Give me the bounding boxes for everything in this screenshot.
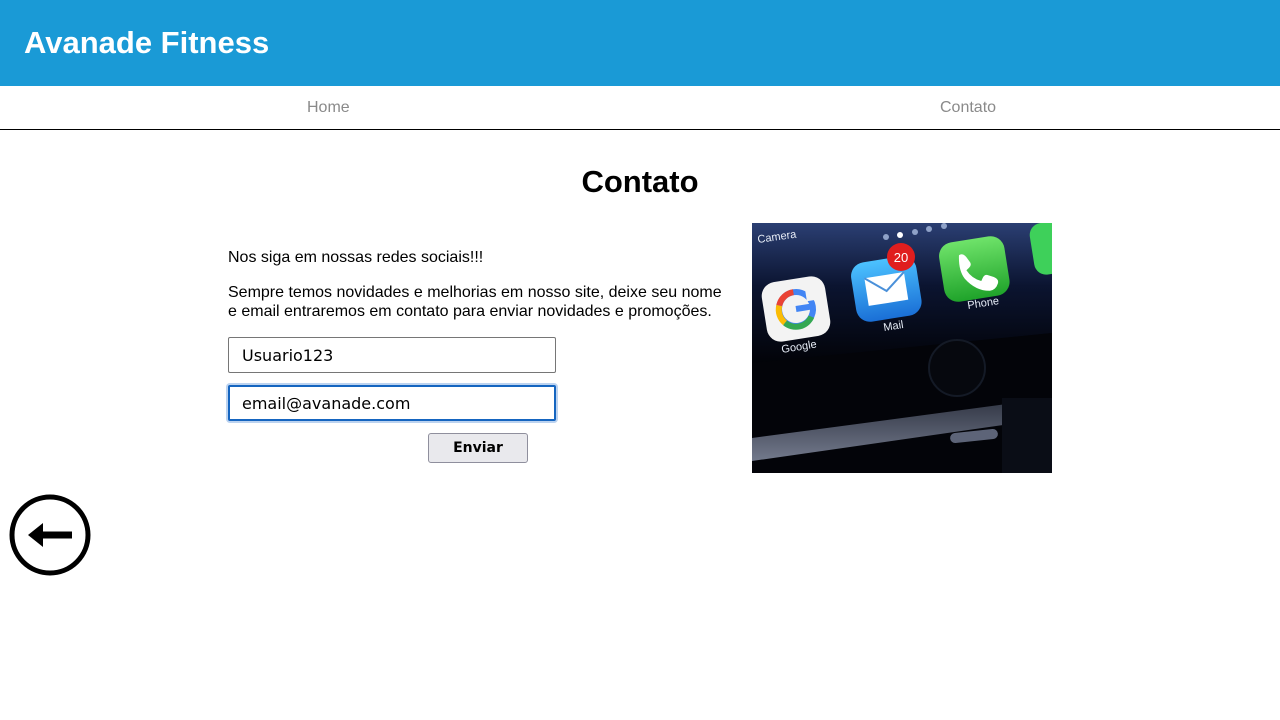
brand-title: Avanade Fitness <box>24 25 270 60</box>
email-input[interactable] <box>228 385 556 421</box>
social-intro-text: Nos siga em nossas redes sociais!!! <box>228 249 484 266</box>
svg-text:20: 20 <box>894 250 908 265</box>
nav-link-contato[interactable]: Contato <box>940 86 996 129</box>
google-icon <box>761 276 831 342</box>
nav-bar: Home Contato <box>0 86 1280 130</box>
back-button[interactable] <box>8 493 92 577</box>
arrow-left-circle-icon <box>9 494 91 576</box>
page-title: Contato <box>581 164 699 199</box>
smartphone-image: Camera Google 20 Mail Phone <box>752 223 1052 473</box>
nav-link-home[interactable]: Home <box>307 86 350 129</box>
site-header: Avanade Fitness <box>0 0 1280 86</box>
name-input[interactable] <box>228 337 556 373</box>
submit-button[interactable]: Enviar <box>428 433 528 463</box>
contact-description: Sempre temos novidades e melhorias em no… <box>228 284 722 320</box>
mail-badge: 20 <box>887 243 915 271</box>
phone-icon <box>939 236 1010 302</box>
